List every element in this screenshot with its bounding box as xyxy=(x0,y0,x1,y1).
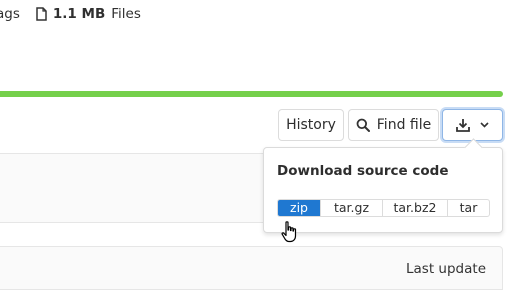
chevron-down-icon xyxy=(480,122,489,128)
files-label: Files xyxy=(111,6,141,22)
commit-info-panel xyxy=(0,153,265,223)
download-tar-bz2-button[interactable]: tar.bz2 xyxy=(382,200,447,216)
download-zip-button[interactable]: zip xyxy=(278,200,320,216)
language-bar xyxy=(0,91,503,97)
project-stats: Tags 1.1 MB Files xyxy=(0,4,141,24)
download-dropdown: Download source code zip tar.gz tar.bz2 … xyxy=(263,138,503,233)
download-icon xyxy=(456,119,470,132)
find-file-button[interactable]: Find file xyxy=(348,109,439,141)
files-stat[interactable]: 1.1 MB Files xyxy=(36,6,141,22)
download-tar-button[interactable]: tar xyxy=(447,200,489,216)
hand-pointer-cursor xyxy=(281,221,297,243)
search-icon xyxy=(356,118,370,132)
find-file-label: Find file xyxy=(376,117,432,133)
dropdown-caret xyxy=(464,138,483,157)
download-dropdown-title: Download source code xyxy=(277,163,449,179)
files-size: 1.1 MB xyxy=(52,6,106,22)
download-format-group: zip tar.gz tar.bz2 tar xyxy=(277,199,490,217)
history-label: History xyxy=(286,117,336,133)
download-tar-gz-button[interactable]: tar.gz xyxy=(320,200,382,216)
last-update-header: Last update xyxy=(406,261,486,277)
download-button[interactable] xyxy=(442,109,503,141)
history-button[interactable]: History xyxy=(278,109,344,141)
tags-stat-label[interactable]: Tags xyxy=(0,6,20,22)
file-icon xyxy=(36,7,47,21)
file-table-header: Last update xyxy=(0,246,503,290)
